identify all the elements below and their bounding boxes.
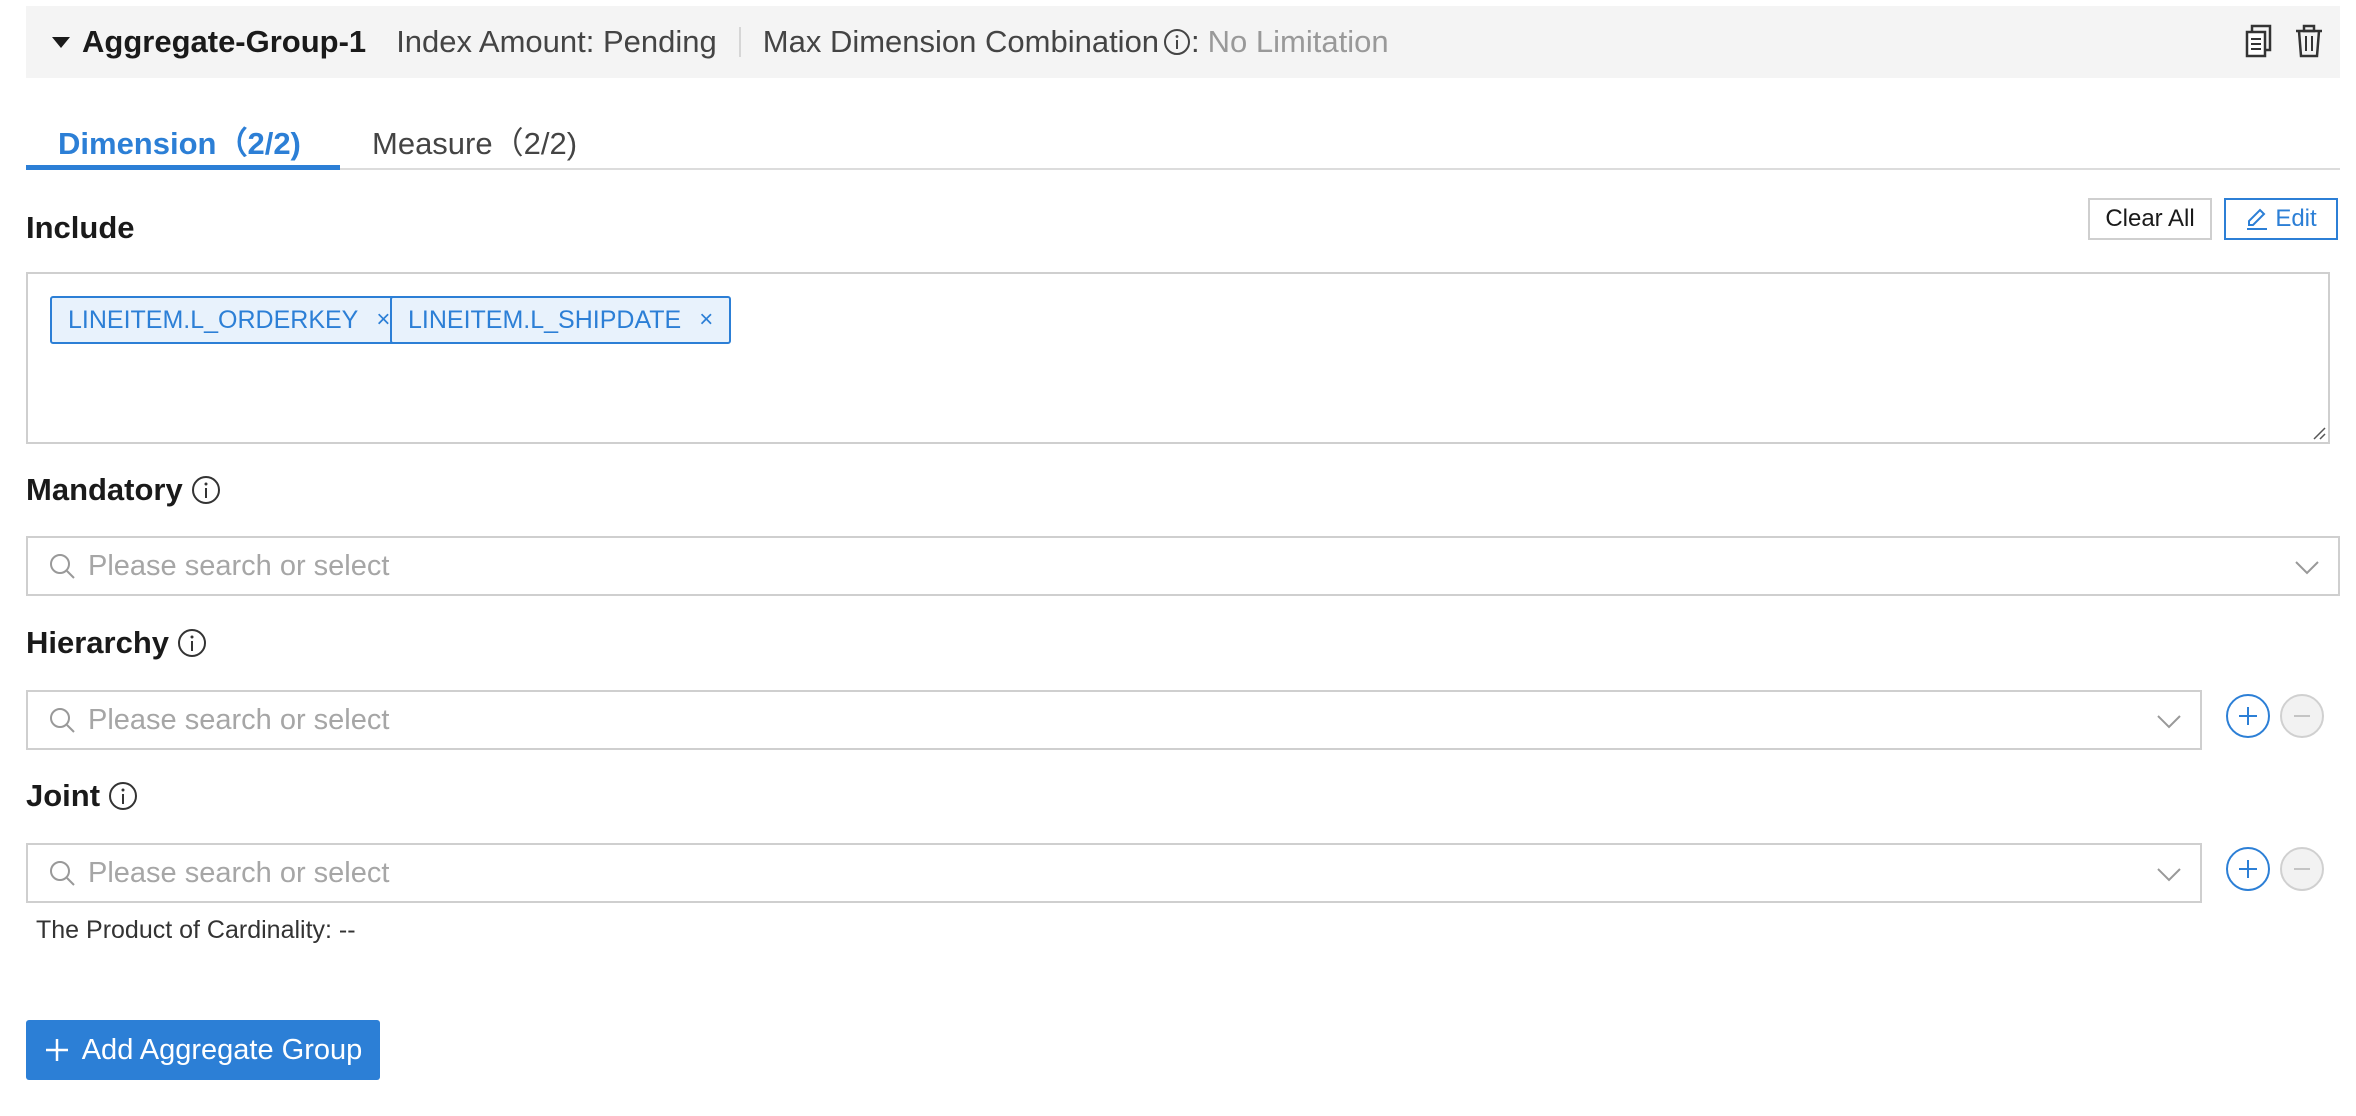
- plus-icon: [2239, 707, 2257, 725]
- header-divider: [738, 27, 741, 57]
- tab-dimension[interactable]: Dimension（2/2): [58, 118, 301, 163]
- dimension-tag: LINEITEM.L_ORDERKEY ×: [50, 296, 409, 344]
- close-icon[interactable]: ×: [376, 306, 390, 334]
- add-joint-button[interactable]: [2226, 847, 2270, 891]
- add-hierarchy-button[interactable]: [2226, 694, 2270, 738]
- chevron-down-icon: [2157, 868, 2181, 882]
- group-title: Aggregate-Group-1: [82, 24, 367, 59]
- index-amount: Index Amount: Pending: [396, 24, 717, 59]
- tab-measure[interactable]: Measure（2/2): [372, 118, 577, 163]
- tag-label: LINEITEM.L_SHIPDATE: [408, 305, 682, 334]
- cardinality-product: The Product of Cardinality: --: [36, 916, 356, 944]
- edit-button[interactable]: Edit: [2224, 198, 2338, 240]
- hierarchy-label: Hierarchy: [26, 625, 207, 661]
- aggregate-group-header: Aggregate-Group-1 Index Amount: Pending …: [26, 6, 2340, 78]
- copy-icon[interactable]: [2244, 24, 2274, 63]
- dimension-tag: LINEITEM.L_SHIPDATE ×: [390, 296, 732, 344]
- clear-all-button[interactable]: Clear All: [2088, 198, 2212, 240]
- info-icon[interactable]: [108, 781, 138, 811]
- chevron-down-icon: [2295, 561, 2319, 575]
- include-dimensions-box[interactable]: LINEITEM.L_ORDERKEY × LINEITEM.L_SHIPDAT…: [26, 272, 2330, 444]
- joint-label: Joint: [26, 778, 138, 814]
- active-tab-indicator: [26, 165, 340, 170]
- max-dimension-label: Max Dimension Combination: [762, 24, 1160, 59]
- header-actions: [2244, 24, 2324, 63]
- resize-handle-icon[interactable]: [2310, 424, 2326, 440]
- hierarchy-placeholder: Please search or select: [88, 703, 390, 736]
- close-icon[interactable]: ×: [699, 306, 713, 334]
- max-dimension-colon: :: [1191, 24, 1200, 59]
- info-icon[interactable]: [177, 628, 207, 658]
- search-icon: [50, 861, 75, 886]
- mandatory-select[interactable]: Please search or select: [26, 536, 2340, 596]
- tag-label: LINEITEM.L_ORDERKEY: [68, 305, 359, 334]
- max-dimension-value[interactable]: No Limitation: [1208, 24, 1389, 60]
- info-icon[interactable]: [1163, 28, 1191, 56]
- mandatory-placeholder: Please search or select: [88, 549, 390, 582]
- search-icon: [50, 554, 75, 579]
- tab-bar: Dimension（2/2) Measure（2/2): [26, 108, 2340, 170]
- trash-icon[interactable]: [2294, 24, 2324, 63]
- add-aggregate-group-button[interactable]: Add Aggregate Group: [26, 1020, 380, 1080]
- mandatory-label: Mandatory: [26, 472, 221, 508]
- joint-select[interactable]: Please search or select: [26, 843, 2202, 903]
- minus-icon: [2294, 868, 2310, 870]
- plus-icon: [2239, 860, 2257, 878]
- info-icon[interactable]: [191, 475, 221, 505]
- plus-icon: [45, 1039, 68, 1061]
- search-icon: [50, 708, 75, 733]
- minus-icon: [2294, 715, 2310, 717]
- remove-hierarchy-button[interactable]: [2280, 694, 2324, 738]
- remove-joint-button[interactable]: [2280, 847, 2324, 891]
- pencil-icon: [2247, 208, 2268, 230]
- include-label: Include: [26, 210, 135, 245]
- joint-placeholder: Please search or select: [88, 856, 390, 889]
- caret-down-icon[interactable]: [52, 36, 70, 48]
- chevron-down-icon: [2157, 715, 2181, 729]
- hierarchy-select[interactable]: Please search or select: [26, 690, 2202, 750]
